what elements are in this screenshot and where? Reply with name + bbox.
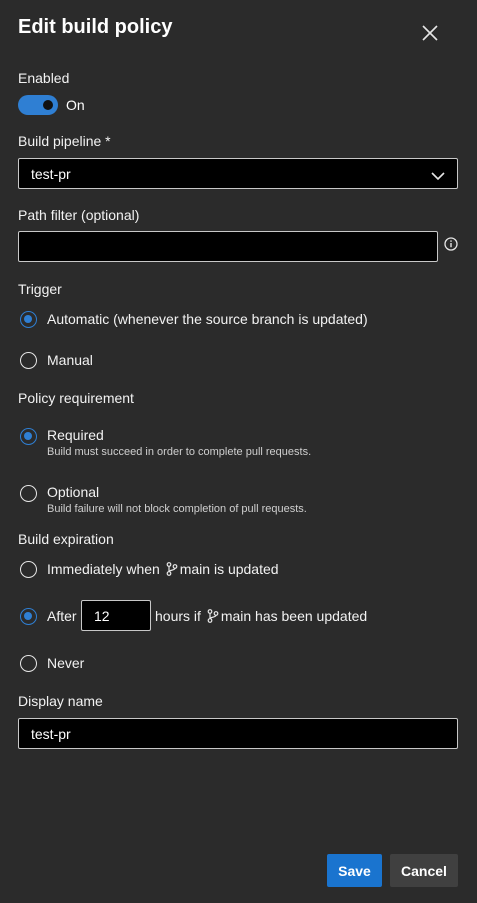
branch-icon: [207, 609, 219, 623]
trigger-automatic-label: Automatic (whenever the source branch is…: [47, 311, 368, 327]
policy-requirement-label: Policy requirement: [18, 390, 134, 406]
edit-build-policy-panel: Edit build policy Enabled On Build pipel…: [0, 0, 477, 903]
branch-icon: [166, 562, 178, 576]
expiration-after-suffix-a: hours if: [155, 608, 201, 624]
expiration-never-label: Never: [47, 655, 85, 671]
build-pipeline-select[interactable]: test-pr: [18, 158, 458, 189]
path-filter-input[interactable]: [18, 231, 438, 262]
save-button[interactable]: Save: [327, 854, 382, 887]
enabled-state-text: On: [66, 97, 85, 113]
expiration-hours-input[interactable]: 12: [81, 600, 151, 631]
trigger-label: Trigger: [18, 281, 62, 297]
expiration-immediately-prefix: Immediately when: [47, 561, 160, 577]
expiration-immediately-suffix: main is updated: [179, 561, 279, 577]
toggle-knob: [43, 100, 53, 110]
policy-required-label: Required: [47, 427, 104, 443]
trigger-manual-label: Manual: [47, 352, 93, 368]
expiration-after-radio[interactable]: [20, 608, 37, 625]
chevron-down-icon: [431, 168, 445, 186]
expiration-immediately-label: Immediately when main is updated: [47, 561, 279, 577]
display-name-label: Display name: [18, 693, 103, 709]
dialog-title: Edit build policy: [18, 16, 173, 38]
expiration-never-radio[interactable]: [20, 655, 37, 672]
build-pipeline-label: Build pipeline *: [18, 133, 111, 149]
build-expiration-label: Build expiration: [18, 531, 114, 547]
path-filter-label: Path filter (optional): [18, 207, 140, 223]
policy-optional-label: Optional: [47, 484, 100, 500]
build-pipeline-value: test-pr: [31, 166, 71, 182]
cancel-button[interactable]: Cancel: [390, 854, 458, 887]
policy-optional-description: Build failure will not block completion …: [47, 503, 307, 515]
close-icon[interactable]: [419, 22, 441, 44]
enabled-label: Enabled: [18, 70, 70, 86]
enabled-toggle[interactable]: [18, 95, 58, 115]
expiration-after-suffix: hours if main has been updated: [155, 608, 367, 624]
policy-optional-radio[interactable]: [20, 485, 37, 502]
policy-required-radio[interactable]: [20, 428, 37, 445]
expiration-after-suffix-b: main has been updated: [220, 608, 368, 624]
expiration-hours-value: 12: [94, 608, 110, 624]
trigger-manual-radio[interactable]: [20, 352, 37, 369]
expiration-after-prefix: After: [47, 608, 77, 624]
info-icon[interactable]: [444, 237, 458, 251]
expiration-immediately-radio[interactable]: [20, 561, 37, 578]
policy-required-description: Build must succeed in order to complete …: [47, 446, 312, 458]
display-name-value: test-pr: [31, 726, 71, 742]
trigger-automatic-radio[interactable]: [20, 311, 37, 328]
display-name-input[interactable]: test-pr: [18, 718, 458, 749]
